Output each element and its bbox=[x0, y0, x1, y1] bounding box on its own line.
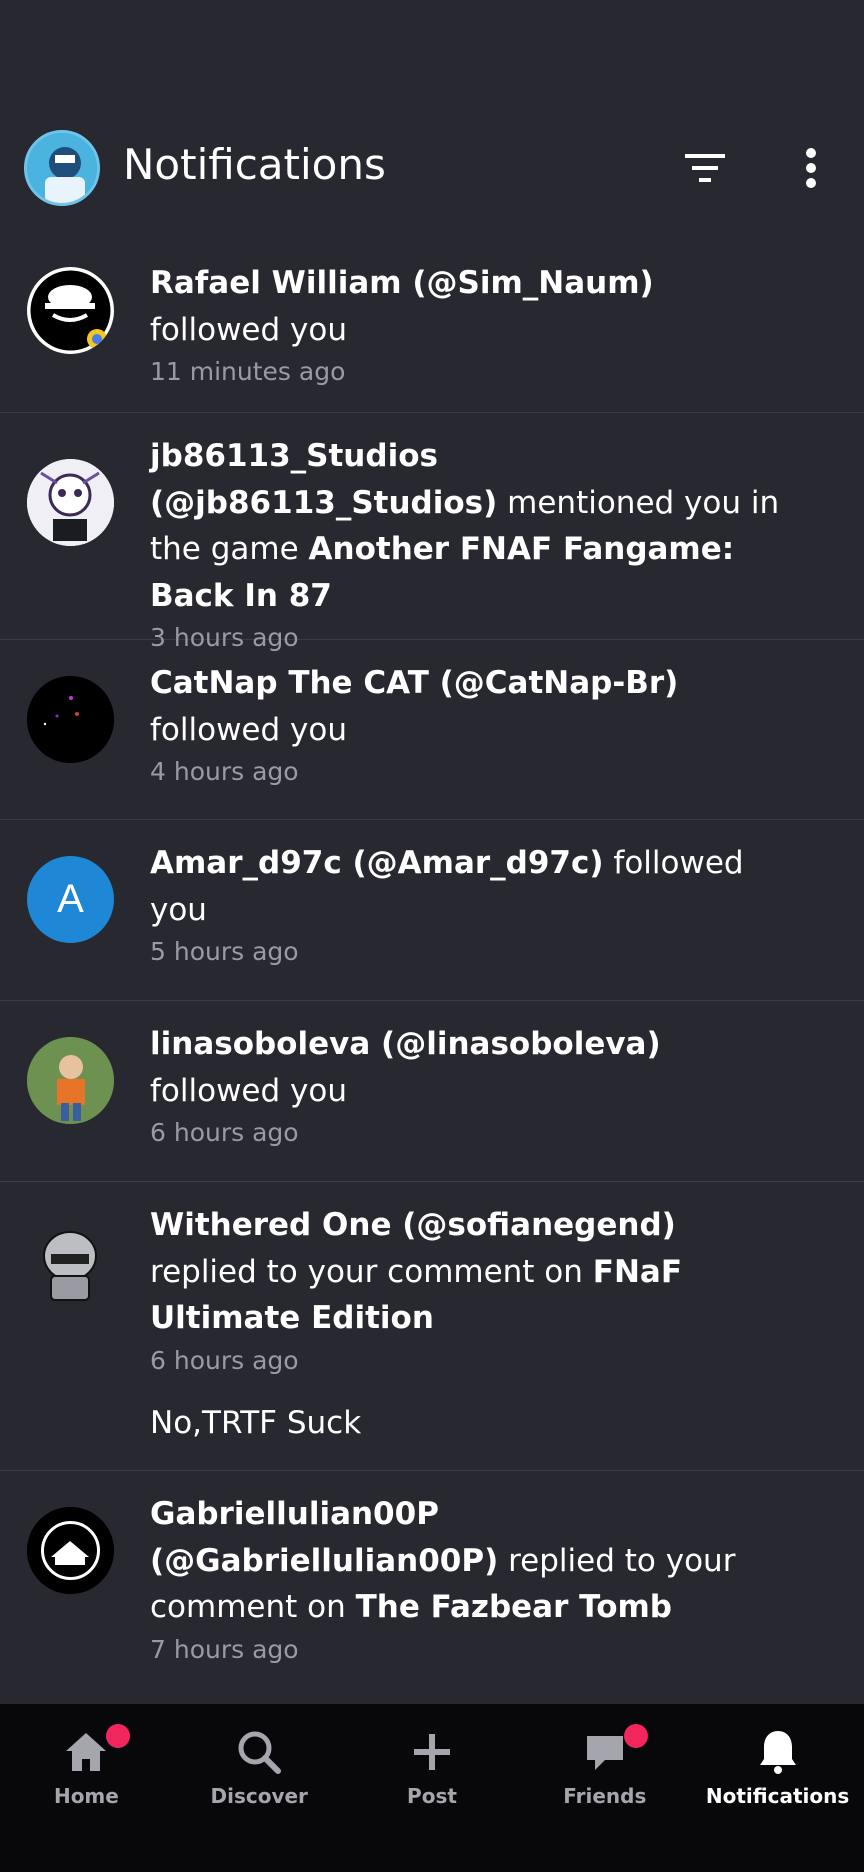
reply-text: No,TRTF Suck bbox=[150, 1404, 362, 1441]
notification-username[interactable]: Gabriellulian00P (@Gabriellulian00P) bbox=[150, 1496, 498, 1579]
nav-post[interactable]: Post bbox=[346, 1704, 519, 1872]
filter-icon bbox=[685, 154, 725, 182]
notification-item[interactable]: Withered One (@sofianegend) replied to y… bbox=[0, 1182, 864, 1471]
notification-item[interactable]: linasoboleva (@linasoboleva) followed yo… bbox=[0, 1001, 864, 1182]
more-vertical-icon bbox=[806, 148, 816, 188]
notification-username[interactable]: Amar_d97c (@Amar_d97c) bbox=[150, 845, 604, 881]
filter-button[interactable] bbox=[675, 138, 735, 198]
notification-username[interactable]: Withered One (@sofianegend) bbox=[150, 1207, 676, 1243]
nav-label: Discover bbox=[210, 1784, 308, 1808]
chat-icon bbox=[579, 1726, 631, 1778]
avatar-letter: A bbox=[57, 877, 84, 921]
user-avatar[interactable] bbox=[27, 1218, 114, 1305]
search-icon bbox=[233, 1726, 285, 1778]
nav-label: Post bbox=[407, 1784, 457, 1808]
notification-time: 6 hours ago bbox=[150, 1118, 299, 1147]
nav-label: Notifications bbox=[705, 1784, 850, 1808]
user-avatar[interactable] bbox=[27, 676, 114, 763]
notification-username[interactable]: Rafael William (@Sim_Naum) bbox=[150, 265, 654, 301]
notification-item[interactable]: jb86113_Studios (@jb86113_Studios) menti… bbox=[0, 413, 864, 652]
nav-label: Home bbox=[53, 1784, 119, 1808]
notification-target-link[interactable]: The Fazbear Tomb bbox=[356, 1589, 672, 1625]
user-avatar[interactable]: A bbox=[27, 856, 114, 943]
page-title: Notifications bbox=[123, 140, 386, 189]
notification-time: 5 hours ago bbox=[150, 937, 299, 966]
notification-action: followed you bbox=[150, 1072, 347, 1109]
notification-time: 6 hours ago bbox=[150, 1345, 299, 1375]
nav-label: Friends bbox=[563, 1784, 647, 1808]
notification-time: 7 hours ago bbox=[150, 1634, 299, 1664]
user-avatar[interactable] bbox=[27, 459, 114, 546]
notification-badge bbox=[624, 1724, 649, 1748]
notification-item[interactable]: CatNap The CAT (@CatNap-Br) followed you… bbox=[0, 640, 864, 820]
nav-notifications[interactable]: Notifications bbox=[691, 1704, 864, 1872]
notification-time: 11 minutes ago bbox=[150, 357, 346, 386]
user-avatar[interactable] bbox=[27, 1507, 114, 1594]
user-avatar[interactable] bbox=[27, 1037, 114, 1124]
notification-badge bbox=[106, 1724, 130, 1748]
home-icon bbox=[60, 1726, 112, 1778]
nav-home[interactable]: Home bbox=[0, 1704, 173, 1872]
notification-list: Rafael William (@Sim_Naum) followed you … bbox=[0, 240, 864, 1711]
user-avatar[interactable] bbox=[27, 267, 114, 354]
bottom-navigation: Home Discover Post Friends Notifications bbox=[0, 1704, 864, 1872]
notification-username[interactable]: jb86113_Studios (@jb86113_Studios) bbox=[150, 438, 497, 521]
nav-friends[interactable]: Friends bbox=[518, 1704, 691, 1872]
plus-icon bbox=[406, 1726, 458, 1778]
app-header: Notifications bbox=[0, 118, 864, 228]
profile-avatar[interactable] bbox=[24, 130, 100, 206]
nav-discover[interactable]: Discover bbox=[173, 1704, 346, 1872]
notification-item[interactable]: Gabriellulian00P (@Gabriellulian00P) rep… bbox=[0, 1471, 864, 1711]
notification-action: followed you bbox=[150, 311, 347, 348]
notification-time: 4 hours ago bbox=[150, 757, 299, 786]
notification-item[interactable]: Rafael William (@Sim_Naum) followed you … bbox=[0, 240, 864, 413]
bell-icon bbox=[752, 1726, 804, 1778]
notification-action: replied to your comment on bbox=[150, 1253, 593, 1290]
notification-username[interactable]: linasoboleva (@linasoboleva) bbox=[150, 1026, 661, 1062]
notification-username[interactable]: CatNap The CAT (@CatNap-Br) bbox=[150, 665, 678, 701]
notification-item[interactable]: A Amar_d97c (@Amar_d97c) followed you 5 … bbox=[0, 820, 864, 1001]
notification-action: followed you bbox=[150, 711, 347, 748]
more-options-button[interactable] bbox=[781, 138, 841, 198]
